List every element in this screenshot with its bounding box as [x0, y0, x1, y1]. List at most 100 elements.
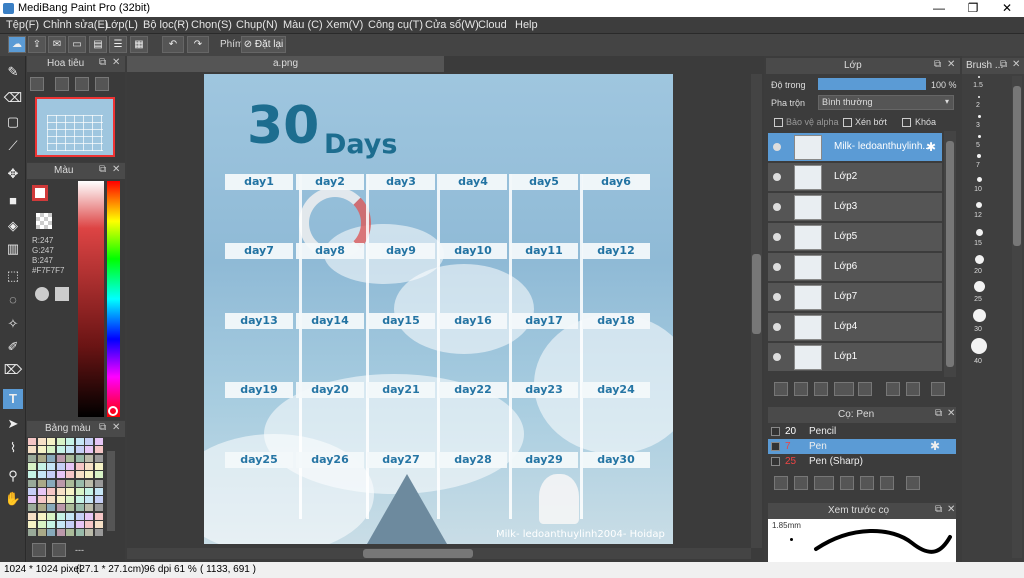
- merge-icon[interactable]: [906, 382, 920, 396]
- color-swatch[interactable]: [94, 521, 103, 528]
- color-swatch[interactable]: [85, 438, 93, 445]
- palette-icon[interactable]: [35, 287, 49, 301]
- color-swatch[interactable]: [28, 479, 36, 487]
- color-swatch[interactable]: [47, 438, 55, 445]
- color-swatch[interactable]: [75, 479, 84, 487]
- color-swatch[interactable]: [66, 529, 74, 537]
- color-swatch[interactable]: [37, 496, 46, 504]
- operation-tool-icon[interactable]: ➤: [3, 414, 23, 434]
- cloud-brush-icon[interactable]: [774, 476, 788, 490]
- zoom-out-icon[interactable]: [30, 77, 44, 91]
- undo-icon[interactable]: ↶: [162, 36, 184, 53]
- color-swatch[interactable]: [37, 454, 46, 462]
- menu-filter[interactable]: Bộ lọc(R): [143, 19, 189, 31]
- color-swatch[interactable]: [85, 504, 93, 512]
- color-swatch[interactable]: [66, 471, 74, 479]
- gradient-tool-icon[interactable]: ▥: [3, 239, 23, 259]
- brush-size-dot[interactable]: [978, 96, 980, 98]
- saturation-brightness-box[interactable]: [78, 181, 104, 417]
- color-swatch[interactable]: [47, 529, 55, 537]
- color-swatch[interactable]: [37, 471, 46, 479]
- color-swatch[interactable]: [56, 496, 65, 504]
- menu-edit[interactable]: Chỉnh sửa(E): [43, 19, 108, 31]
- layer-row[interactable]: Lớp6: [768, 253, 942, 282]
- menu-cloud[interactable]: Cloud: [478, 19, 507, 31]
- color-swatch[interactable]: [47, 504, 55, 512]
- color-swatch[interactable]: [94, 446, 103, 454]
- grid-icon[interactable]: ▦: [130, 36, 148, 53]
- close-icon[interactable]: ✕: [112, 164, 120, 175]
- color-swatch[interactable]: [28, 521, 36, 528]
- select-eraser-icon[interactable]: ⌦: [3, 360, 23, 380]
- lock-checkbox[interactable]: [902, 118, 911, 127]
- color-swatch[interactable]: [28, 446, 36, 454]
- layer-row[interactable]: Lớp2: [768, 163, 942, 192]
- eye-icon[interactable]: [773, 173, 781, 181]
- minimize-button[interactable]: —: [922, 0, 956, 17]
- clip-checkbox[interactable]: [843, 118, 852, 127]
- color-swatch[interactable]: [75, 504, 84, 512]
- new-layer-icon[interactable]: [774, 382, 788, 396]
- layer-row[interactable]: Lớp3: [768, 193, 942, 222]
- eraser-tool-icon[interactable]: ⌫: [3, 88, 23, 108]
- new-swatch-icon[interactable]: [32, 543, 46, 557]
- magic-wand-icon[interactable]: ✧: [3, 314, 23, 334]
- layer-row[interactable]: Lớp5: [768, 223, 942, 252]
- color-swatch[interactable]: [85, 454, 93, 462]
- popout-icon[interactable]: ⧉: [99, 164, 106, 175]
- line-tool-icon[interactable]: ⟋: [3, 136, 23, 156]
- trash-icon[interactable]: [931, 382, 945, 396]
- color-swatch[interactable]: [56, 446, 65, 454]
- color-swatch[interactable]: [37, 504, 46, 512]
- fill-rect-tool-icon[interactable]: ■: [3, 191, 23, 211]
- popout-icon[interactable]: ⧉: [99, 422, 106, 433]
- color-swatch[interactable]: [66, 521, 74, 528]
- color-swatch[interactable]: [28, 512, 36, 520]
- hand-tool-icon[interactable]: ✋: [3, 489, 23, 509]
- share-icon[interactable]: ⇪: [28, 36, 46, 53]
- horizontal-scroll-thumb[interactable]: [363, 549, 473, 558]
- menu-layer[interactable]: Lớp(L): [105, 19, 138, 31]
- gear-icon[interactable]: ✱: [930, 439, 940, 453]
- brush-row[interactable]: 25 Pen (Sharp): [768, 454, 956, 469]
- eyedropper-icon[interactable]: ⚲: [3, 466, 23, 486]
- redo-icon[interactable]: ↷: [187, 36, 209, 53]
- color-swatch[interactable]: [28, 496, 36, 504]
- color-swatch[interactable]: [75, 462, 84, 470]
- color-swatch[interactable]: [94, 438, 103, 445]
- eye-icon[interactable]: [773, 263, 781, 271]
- layer-row[interactable]: Lớp1: [768, 343, 942, 372]
- close-icon[interactable]: ✕: [112, 57, 120, 68]
- reset-button[interactable]: ⊘ Đặt lại: [241, 36, 286, 53]
- menu-file[interactable]: Tệp(F): [6, 19, 39, 31]
- color-swatch[interactable]: [37, 487, 46, 495]
- color-swatch[interactable]: [85, 496, 93, 504]
- duplicate-icon[interactable]: [880, 476, 894, 490]
- folder-icon[interactable]: [860, 476, 874, 490]
- add-menu-icon[interactable]: [814, 476, 834, 490]
- color-swatch[interactable]: [75, 471, 84, 479]
- menu-view[interactable]: Xem(V): [326, 19, 363, 31]
- move-tool-icon[interactable]: ✥: [3, 164, 23, 184]
- brush-size-dot[interactable]: [977, 135, 981, 138]
- color-swatch[interactable]: [94, 454, 103, 462]
- color-swatch[interactable]: [56, 487, 65, 495]
- color-swatch[interactable]: [75, 446, 84, 454]
- color-swatch[interactable]: [94, 471, 103, 479]
- color-swatch[interactable]: [56, 521, 65, 528]
- color-swatch[interactable]: [28, 438, 36, 445]
- popout-icon[interactable]: ⧉: [935, 408, 942, 419]
- brush-row[interactable]: 7 Pen ✱: [768, 439, 956, 454]
- color-swatch[interactable]: [37, 512, 46, 520]
- hue-slider[interactable]: [107, 181, 120, 417]
- color-swatch[interactable]: [47, 446, 55, 454]
- color-swatch[interactable]: [75, 496, 84, 504]
- color-swatch[interactable]: [85, 446, 93, 454]
- brush-size-dot[interactable]: [971, 338, 987, 354]
- trash-icon[interactable]: [52, 543, 66, 557]
- color-swatch[interactable]: [28, 462, 36, 470]
- trash-icon[interactable]: [906, 476, 920, 490]
- brush-size-scrollbar[interactable]: [1012, 76, 1022, 558]
- menu-color[interactable]: Màu (C): [283, 19, 323, 31]
- menu-select[interactable]: Chọn(S): [191, 19, 232, 31]
